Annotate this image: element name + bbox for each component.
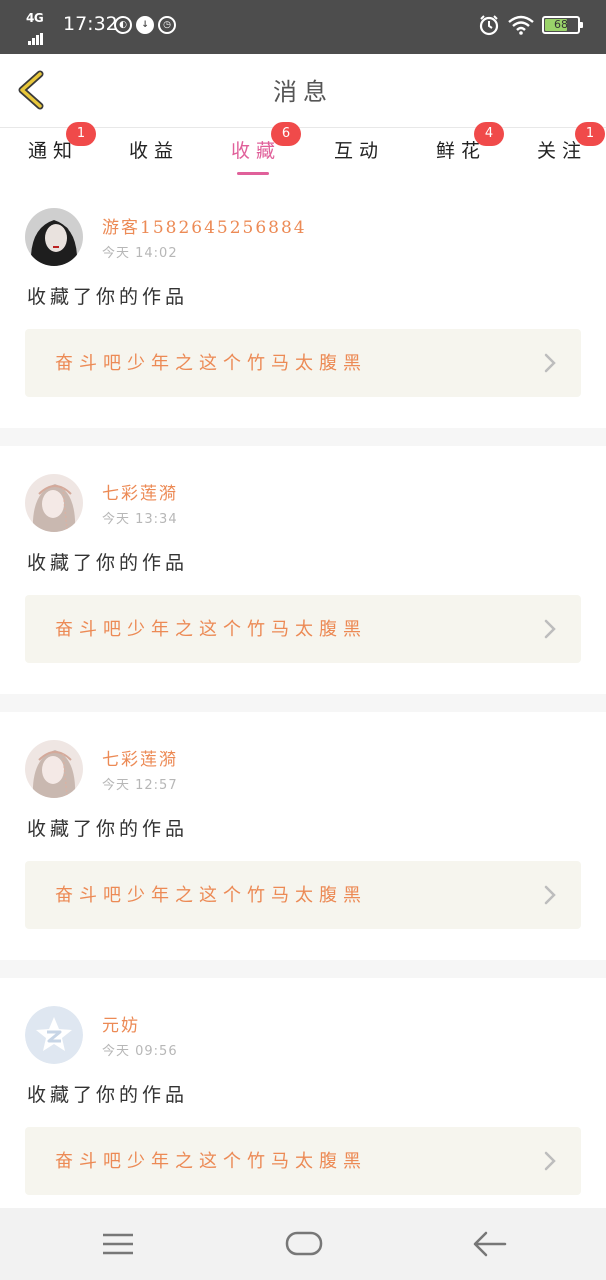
tab-badge: 6	[271, 122, 301, 146]
username[interactable]: 游客1582645256884	[102, 213, 307, 238]
username[interactable]: 七彩莲漪	[102, 745, 178, 770]
action-text: 收藏了你的作品	[27, 552, 189, 574]
system-nav-bar	[0, 1208, 606, 1280]
timestamp: 今天 13:34	[102, 512, 178, 527]
action-text: 收藏了你的作品	[27, 818, 189, 840]
avatar[interactable]	[25, 1006, 83, 1064]
battery-level: 68	[554, 18, 568, 31]
timestamp: 今天 14:02	[102, 246, 178, 261]
header: 消息	[0, 54, 606, 128]
tab-label: 收益	[129, 140, 180, 162]
chevron-right-icon	[544, 619, 556, 639]
chevron-right-icon	[544, 353, 556, 373]
active-tab-indicator	[237, 172, 269, 175]
work-title: 奋斗吧少年之这个竹马太腹黑	[55, 885, 367, 906]
divider	[0, 960, 606, 978]
back-nav-button[interactable]	[471, 1228, 507, 1262]
avatar[interactable]	[25, 474, 83, 532]
page-title: 消息	[273, 78, 333, 106]
wifi-icon	[508, 15, 534, 35]
status-bar: 4G 17:32 ◐ ↓ ◷ 68	[0, 0, 606, 54]
tab-badge: 4	[474, 122, 504, 146]
work-title: 奋斗吧少年之这个竹马太腹黑	[55, 353, 367, 374]
network-type: 4G	[26, 11, 44, 25]
download-icon: ↓	[136, 16, 154, 34]
tab-badge: 1	[66, 122, 96, 146]
tab-interactions[interactable]: 互动	[334, 128, 414, 180]
timestamp: 今天 09:56	[102, 1044, 178, 1059]
work-title: 奋斗吧少年之这个竹马太腹黑	[55, 619, 367, 640]
favorites-feed: 游客1582645256884 今天 14:02 收藏了你的作品 奋斗吧少年之这…	[0, 180, 606, 1280]
timestamp: 今天 12:57	[102, 778, 178, 793]
username[interactable]: 元妨	[102, 1011, 140, 1036]
home-button[interactable]	[284, 1228, 324, 1262]
action-text: 收藏了你的作品	[27, 286, 189, 308]
work-link[interactable]: 奋斗吧少年之这个竹马太腹黑	[25, 329, 581, 397]
action-text: 收藏了你的作品	[27, 1084, 189, 1106]
list-item: 游客1582645256884 今天 14:02 收藏了你的作品 奋斗吧少年之这…	[0, 180, 606, 428]
battery-icon: 68	[542, 16, 583, 34]
divider	[0, 694, 606, 712]
signal-icon: 4G	[26, 11, 54, 45]
menu-button[interactable]	[101, 1228, 135, 1262]
data-saver-icon: ◐	[114, 16, 132, 34]
avatar[interactable]	[25, 740, 83, 798]
list-item: 元妨 今天 09:56 收藏了你的作品 奋斗吧少年之这个竹马太腹黑	[0, 978, 606, 1226]
chevron-right-icon	[544, 885, 556, 905]
work-title: 奋斗吧少年之这个竹马太腹黑	[55, 1151, 367, 1172]
chevron-right-icon	[544, 1151, 556, 1171]
alarm-icon	[479, 15, 499, 36]
work-link[interactable]: 奋斗吧少年之这个竹马太腹黑	[25, 861, 581, 929]
tab-notifications[interactable]: 通知 1	[28, 122, 108, 180]
tab-favorites[interactable]: 收藏 6	[231, 122, 311, 180]
divider	[0, 428, 606, 446]
list-item: 七彩莲漪 今天 13:34 收藏了你的作品 奋斗吧少年之这个竹马太腹黑	[0, 446, 606, 694]
tab-flowers[interactable]: 鲜花 4	[436, 122, 516, 180]
avatar[interactable]	[25, 208, 83, 266]
back-arrow-icon	[473, 1231, 507, 1257]
tab-earnings[interactable]: 收益	[129, 128, 209, 180]
list-item: 七彩莲漪 今天 12:57 收藏了你的作品 奋斗吧少年之这个竹马太腹黑	[0, 712, 606, 960]
status-time: 17:32	[63, 13, 118, 35]
tab-badge: 1	[575, 122, 605, 146]
tab-bar: 通知 1 收益 收藏 6 互动 鲜花 4 关注 1	[0, 122, 606, 180]
alarm-icon: ◷	[158, 16, 176, 34]
work-link[interactable]: 奋斗吧少年之这个竹马太腹黑	[25, 595, 581, 663]
menu-icon	[103, 1233, 133, 1255]
username[interactable]: 七彩莲漪	[102, 479, 178, 504]
tab-label: 互动	[334, 140, 385, 162]
home-icon	[285, 1231, 323, 1256]
work-link[interactable]: 奋斗吧少年之这个竹马太腹黑	[25, 1127, 581, 1195]
tab-follows[interactable]: 关注 1	[537, 122, 606, 180]
